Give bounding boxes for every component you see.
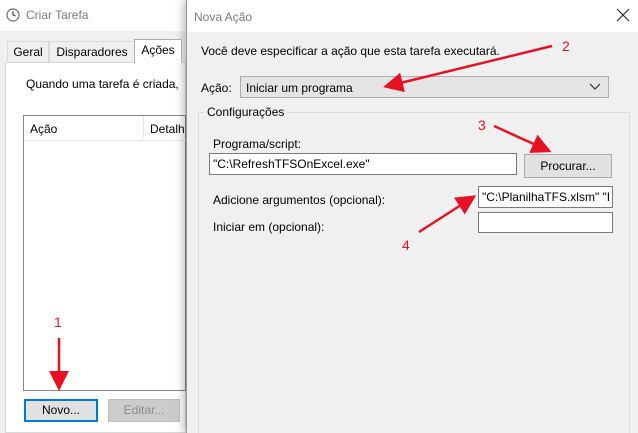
annotation-label-3: 3 <box>478 117 486 133</box>
actions-list[interactable]: Ação Detalh <box>23 115 187 391</box>
create-task-titlebar: Criar Tarefa <box>0 0 186 31</box>
dialog-title: Nova Ação <box>194 10 253 24</box>
dialog-titlebar: Nova Ação <box>187 0 638 32</box>
action-type-value: Iniciar um programa <box>246 81 353 95</box>
edit-action-button[interactable]: Editar... <box>108 399 180 422</box>
column-header-detalhes[interactable]: Detalh <box>150 122 185 136</box>
list-header: Ação Detalh <box>24 116 187 141</box>
column-header-acao[interactable]: Ação <box>30 122 57 136</box>
arguments-label: Adicione argumentos (opcional): <box>213 193 386 207</box>
program-input[interactable]: "C:\RefreshTFSOnExcel.exe" <box>209 153 517 175</box>
task-scheduler-icon <box>6 8 20 22</box>
new-action-dialog: Nova Ação Você deve especificar a ação q… <box>186 0 638 433</box>
dialog-description: Você deve especificar a ação que esta ta… <box>201 44 500 58</box>
start-in-input[interactable] <box>478 212 613 233</box>
annotation-label-4: 4 <box>402 237 410 253</box>
tab-description: Quando uma tarefa é criada, <box>26 77 179 91</box>
tab-geral[interactable]: Geral <box>7 41 49 62</box>
tab-disparadores[interactable]: Disparadores <box>49 41 135 62</box>
start-in-label: Iniciar em (opcional): <box>213 220 325 234</box>
tab-acoes[interactable]: Ações <box>134 39 182 63</box>
new-action-button[interactable]: Novo... <box>24 399 98 422</box>
chevron-down-icon <box>589 83 601 90</box>
annotation-label-1: 1 <box>54 314 62 330</box>
settings-group-label: Configurações <box>204 105 288 119</box>
program-label: Programa/script: <box>213 137 302 151</box>
close-icon[interactable] <box>614 6 632 24</box>
action-type-select[interactable]: Iniciar um programa <box>240 76 609 98</box>
browse-button[interactable]: Procurar... <box>524 154 612 178</box>
annotation-label-2: 2 <box>562 38 570 54</box>
arguments-input[interactable]: "C:\PlanilhaTFS.xlsm" "I <box>478 186 613 208</box>
window-title: Criar Tarefa <box>26 8 89 22</box>
action-type-label: Ação: <box>201 81 232 95</box>
column-divider[interactable] <box>143 116 144 138</box>
